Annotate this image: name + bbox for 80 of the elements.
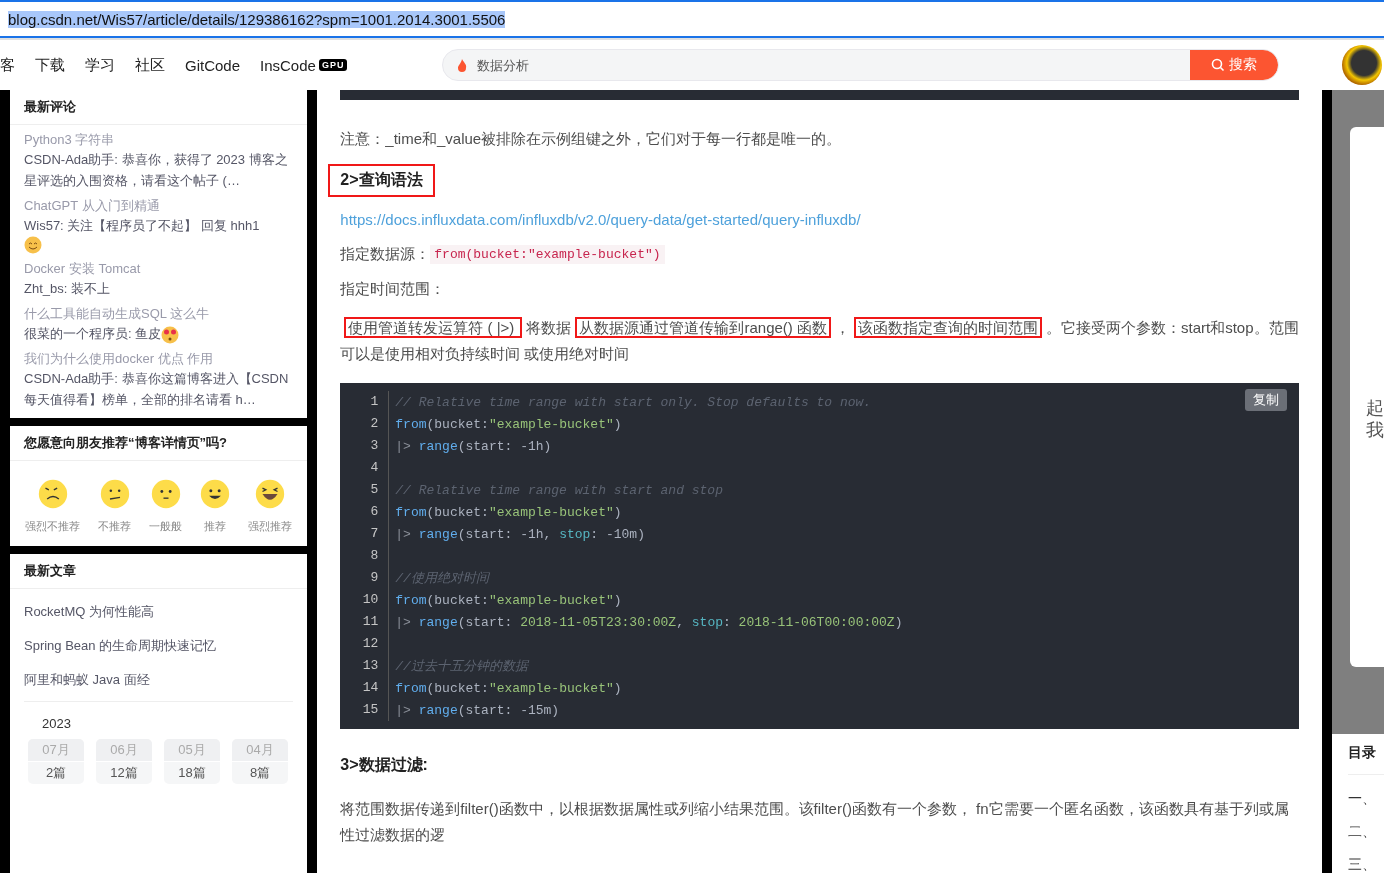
- line-number: 4: [340, 457, 390, 479]
- laugh-face-icon[interactable]: [255, 479, 286, 509]
- section-heading: 3>数据过滤:: [340, 755, 429, 775]
- code-line: |> range(start: -15m): [394, 702, 560, 718]
- rating-label: 一般般: [149, 519, 183, 534]
- comment-text: Zht_bs: 装不上: [24, 280, 111, 298]
- line-number: 9: [340, 567, 390, 589]
- line-number: 11: [340, 611, 390, 633]
- line-number: 3: [340, 435, 390, 457]
- code-line: // Relative time range with start and stop: [394, 482, 723, 498]
- archive-month[interactable]: 05月 18篇: [164, 739, 220, 784]
- heart-eyes-emoji-icon: [161, 325, 180, 344]
- popup-text: 我: [1366, 419, 1384, 441]
- code-line: from(bucket:"example-bucket"): [394, 680, 622, 696]
- code-line: from(bucket:"example-bucket"): [394, 504, 622, 520]
- line-number: 15: [340, 699, 390, 721]
- rating-label: 推荐: [204, 519, 227, 534]
- card-title: 您愿意向朋友推荐“博客详情页”吗?: [10, 426, 308, 461]
- comment-text: CSDN-Ada助手: 恭喜你，获得了 2023 博客之星评选的入围资格，请看这个帖子 (…: [24, 151, 289, 190]
- nav-link[interactable]: 客: [0, 55, 15, 75]
- code-line: // Relative time range with start only. Stop defaults to now.: [394, 394, 872, 410]
- line-number: 5: [340, 479, 390, 501]
- toc-item[interactable]: 二、: [1348, 823, 1384, 841]
- copy-button[interactable]: 复制: [1245, 389, 1287, 411]
- line-number: 12: [340, 633, 390, 655]
- nav-link[interactable]: 学习: [85, 55, 115, 75]
- code-line: //过去十五分钟的数据: [394, 658, 528, 675]
- nav-link[interactable]: GitCode: [185, 56, 241, 74]
- address-bar-url[interactable]: blog.csdn.net/Wis57/article/details/129386162?spm=1001.2014.3001.5506: [8, 10, 506, 28]
- source-label: 指定数据源：: [340, 245, 431, 264]
- rating-label: 不推荐: [98, 519, 132, 534]
- toc-item[interactable]: 一、: [1348, 790, 1384, 808]
- user-avatar[interactable]: [1342, 45, 1383, 85]
- line-number: 1: [340, 391, 390, 413]
- line-number: 10: [340, 589, 390, 611]
- line-number: 7: [340, 523, 390, 545]
- flame-icon: [457, 58, 468, 72]
- archive-month[interactable]: 07月 2篇: [28, 739, 84, 784]
- filter-paragraph: 将范围数据传递到filter()函数中，以根据数据属性或列缩小结果范围。该filter()函数有一个参数， fn它需要一个匿名函数，该函数具有基于列或属性过滤数据的逻: [340, 799, 1290, 845]
- smiling-emoji-icon: [24, 236, 42, 254]
- sad-face-icon[interactable]: [99, 479, 130, 509]
- code-line: |> range(start: -1h): [394, 438, 552, 454]
- toc-item[interactable]: 三、: [1348, 856, 1384, 873]
- gpu-badge: GPU: [318, 59, 348, 71]
- nav-link[interactable]: 社区: [135, 55, 165, 75]
- rating-label: 强烈推荐: [248, 519, 293, 534]
- article-link[interactable]: RocketMQ 为何性能高: [10, 595, 308, 629]
- line-number: 14: [340, 677, 390, 699]
- archive-month[interactable]: 06月 12篇: [96, 739, 152, 784]
- nav-link[interactable]: 下载: [35, 55, 65, 75]
- archive-month[interactable]: 04月 8篇: [232, 739, 288, 784]
- article-link[interactable]: 阿里和蚂蚁 Java 面经: [10, 663, 308, 697]
- nav-link[interactable]: InsCode GPU: [260, 56, 348, 74]
- inline-code: from(bucket:"example-bucket"): [430, 245, 665, 264]
- code-line: //使用绝对时间: [394, 570, 489, 587]
- comment-text: Wis57: 关注【程序员了不起】 回复 hhh1: [24, 217, 261, 235]
- section-heading: 2>查询语法: [328, 164, 435, 197]
- code-line: from(bucket:"example-bucket"): [394, 592, 622, 608]
- note-text: 注意：_time和_value被排除在示例组键之外，它们对于每一行都是唯一的。: [340, 129, 843, 149]
- comment-text: 很菜的一个程序员: 鱼皮: [24, 323, 294, 344]
- article-link[interactable]: Spring Bean 的生命周期快速记忆: [10, 629, 308, 663]
- code-line: |> range(start: -1h, stop: -10m): [394, 526, 645, 542]
- card-title: 最新评论: [10, 90, 308, 125]
- code-line: from(bucket:"example-bucket"): [394, 416, 622, 432]
- toc-title: 目录: [1348, 744, 1384, 775]
- range-paragraph: 使用管道转发运算符 ( |>) 将数据 从数据源通过管道传输到range() 函数 ， 该函数指定查询的时间范围 。它接受两个参数：start和stop。范围可以是使用相对负持续时间 或使用绝对时间: [340, 316, 1299, 364]
- neutral-face-icon[interactable]: [150, 479, 181, 509]
- search-icon: [1211, 58, 1226, 72]
- happy-face-icon[interactable]: [200, 479, 231, 509]
- line-number: 13: [340, 655, 390, 677]
- range-label: 指定时间范围：: [340, 280, 447, 299]
- comment-text: CSDN-Ada助手: 恭喜你这篇博客进入【CSDN每天值得看】榜单，全部的排名请看 h…: [24, 370, 290, 409]
- line-number: 6: [340, 501, 390, 523]
- popup-text: 起: [1366, 397, 1384, 419]
- code-line: |> range(start: 2018-11-05T23:30:00Z, stop: 2018-11-06T00:00:00Z): [394, 614, 903, 630]
- angry-face-icon[interactable]: [37, 479, 68, 509]
- rating-label: 强烈不推荐: [25, 519, 80, 534]
- line-number: 8: [340, 545, 390, 567]
- line-number: 2: [340, 413, 390, 435]
- card-title: 最新文章: [10, 554, 308, 589]
